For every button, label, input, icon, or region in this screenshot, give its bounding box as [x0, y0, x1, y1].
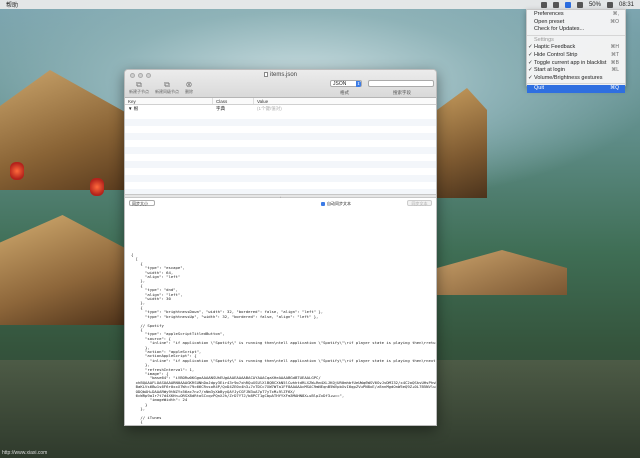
checkbox-checked-icon — [321, 202, 325, 206]
column-key[interactable]: Key — [125, 98, 213, 104]
wallpaper-hut — [0, 70, 125, 190]
column-value[interactable]: Value — [254, 98, 436, 104]
root-key-text: 根 — [133, 106, 139, 111]
status-app-icon[interactable] — [540, 1, 547, 8]
menu-item-shortcut: ⌘O — [610, 18, 619, 25]
wallpaper-hut — [0, 215, 125, 325]
new-child-button[interactable]: ⧉ 新建子节点 — [129, 80, 149, 95]
add-child-icon: ⧉ — [136, 80, 142, 89]
window-titlebar[interactable]: items.json ⧉ 新建子节点 ⧉ 新建同级节点 ⊗ 删除 JSON ⇕ … — [125, 70, 436, 98]
menu-item[interactable]: Quit ⌘Q — [527, 85, 625, 93]
search-input[interactable] — [368, 80, 434, 87]
checkmark-icon: ✓ — [528, 44, 533, 51]
wallpaper-hut — [437, 250, 567, 295]
menu-separator — [527, 83, 625, 85]
checkmark-icon: ✓ — [528, 59, 533, 66]
menu-help[interactable]: 帮助 — [6, 0, 18, 9]
menu-item[interactable]: ✓ Toggle current app in blacklist ⌘B — [527, 60, 625, 68]
menu-item-label: Start at login — [534, 67, 565, 74]
menu-bar-right: 50% 08:31 — [540, 1, 634, 8]
toolbar: ⧉ 新建子节点 ⧉ 新建同级节点 ⊗ 删除 — [129, 80, 193, 95]
menu-item-label: Hide Control Strip — [534, 51, 578, 58]
menu-item-shortcut: ⌘H — [610, 44, 619, 51]
menu-item[interactable]: Check for Updates... — [527, 26, 625, 34]
menu-item-shortcut: ⌘, — [612, 11, 619, 17]
menu-item-label: Check for Updates... — [534, 26, 585, 33]
menu-item[interactable]: ✓ Volume/Brightness gestures — [527, 75, 625, 83]
auto-sync-label: 自动同步文本 — [327, 201, 351, 206]
menu-item[interactable]: Preferences ⌘, — [527, 11, 625, 19]
status-app-icon[interactable] — [552, 1, 559, 8]
column-class[interactable]: Class — [213, 98, 254, 104]
menu-item[interactable]: Open preset ⌘O — [527, 19, 625, 27]
menu-item-label: Preferences — [534, 11, 564, 17]
format-select-value: JSON — [333, 81, 347, 87]
checkmark-icon: ✓ — [528, 67, 533, 74]
status-dropdown-menu: Preferences ⌘, Open preset ⌘O Check for Upda… — [526, 9, 626, 93]
checkmark-icon: ✓ — [528, 74, 533, 81]
mtmr-status-icon[interactable] — [564, 1, 571, 8]
sync-size-select[interactable]: 同步大小 — [129, 200, 155, 206]
new-child-label: 新建子节点 — [129, 89, 149, 94]
battery-percent[interactable]: 50% — [589, 2, 601, 8]
menu-item-label: Volume/Brightness gestures — [534, 74, 603, 81]
document-icon — [263, 72, 268, 77]
delete-icon: ⊗ — [185, 80, 193, 89]
outline-root-row[interactable]: ▼ 根 字典 (1个键/值对) — [125, 105, 436, 112]
new-sibling-label: 新建同级节点 — [155, 89, 179, 94]
menu-separator — [527, 34, 625, 36]
menu-item[interactable]: ✓ Hide Control Strip ⌘T — [527, 52, 625, 60]
sync-bar: 同步大小 自动同步文本 同步文本 — [125, 198, 436, 208]
json-editor-window: items.json ⧉ 新建子节点 ⧉ 新建同级节点 ⊗ 删除 JSON ⇕ … — [124, 69, 437, 426]
wallpaper-lantern — [90, 178, 104, 196]
menu-item-shortcut: ⌘B — [610, 59, 619, 66]
menu-item[interactable]: ✓ Start at login ⌘L — [527, 67, 625, 75]
menu-bar-left: 帮助 — [6, 0, 18, 9]
format-select[interactable]: JSON ⇕ — [330, 80, 362, 87]
root-key: ▼ 根 — [125, 105, 213, 112]
wallpaper-hut — [437, 88, 487, 198]
search-label: 搜索字段 — [393, 90, 411, 95]
menu-item-shortcut: ⌘L — [611, 67, 619, 74]
outline-column-header: Key Class Value — [125, 98, 436, 105]
root-value: (1个键/值对) — [257, 106, 282, 111]
menu-item-label: Haptic Feedback — [534, 44, 576, 51]
menu-section-header: Settings — [527, 37, 625, 45]
delete-button[interactable]: ⊗ 删除 — [185, 80, 193, 95]
menu-item-label: Toggle current app in blacklist — [534, 59, 607, 66]
chevron-updown-icon: ⇕ — [356, 81, 361, 87]
window-title: items.json — [125, 72, 436, 78]
menu-item-shortcut: ⌘Q — [610, 85, 619, 92]
delete-label: 删除 — [185, 89, 193, 94]
menu-bar-clock[interactable]: 08:31 — [619, 2, 634, 8]
add-sibling-icon: ⧉ — [164, 80, 170, 89]
new-sibling-button[interactable]: ⧉ 新建同级节点 — [155, 80, 179, 95]
wifi-icon[interactable] — [576, 1, 583, 8]
menu-item-label: Quit — [534, 85, 545, 92]
format-label: 格式 — [340, 90, 349, 95]
menu-item[interactable]: ✓ Haptic Feedback ⌘H — [527, 44, 625, 52]
menu-item-label: Settings — [534, 36, 554, 43]
watermark-text: http://www.xiaxi.com — [2, 450, 48, 456]
menu-bar: 帮助 50% 08:31 — [0, 0, 640, 9]
battery-icon[interactable] — [606, 1, 613, 8]
sync-text-button[interactable]: 同步文本 — [407, 200, 432, 206]
json-text-editor[interactable]: { [ { "type": "escape", "width": 64, "al… — [125, 251, 436, 425]
window-title-text: items.json — [269, 72, 297, 78]
menu-item-label: Open preset — [534, 18, 565, 25]
menu-item-shortcut: ⌘T — [610, 51, 619, 58]
checkmark-icon: ✓ — [528, 51, 533, 58]
auto-sync-checkbox[interactable]: 自动同步文本 — [321, 201, 351, 207]
outline-empty-rows — [125, 112, 436, 194]
wallpaper-lantern — [10, 162, 24, 180]
root-class: 字典 — [216, 106, 225, 111]
